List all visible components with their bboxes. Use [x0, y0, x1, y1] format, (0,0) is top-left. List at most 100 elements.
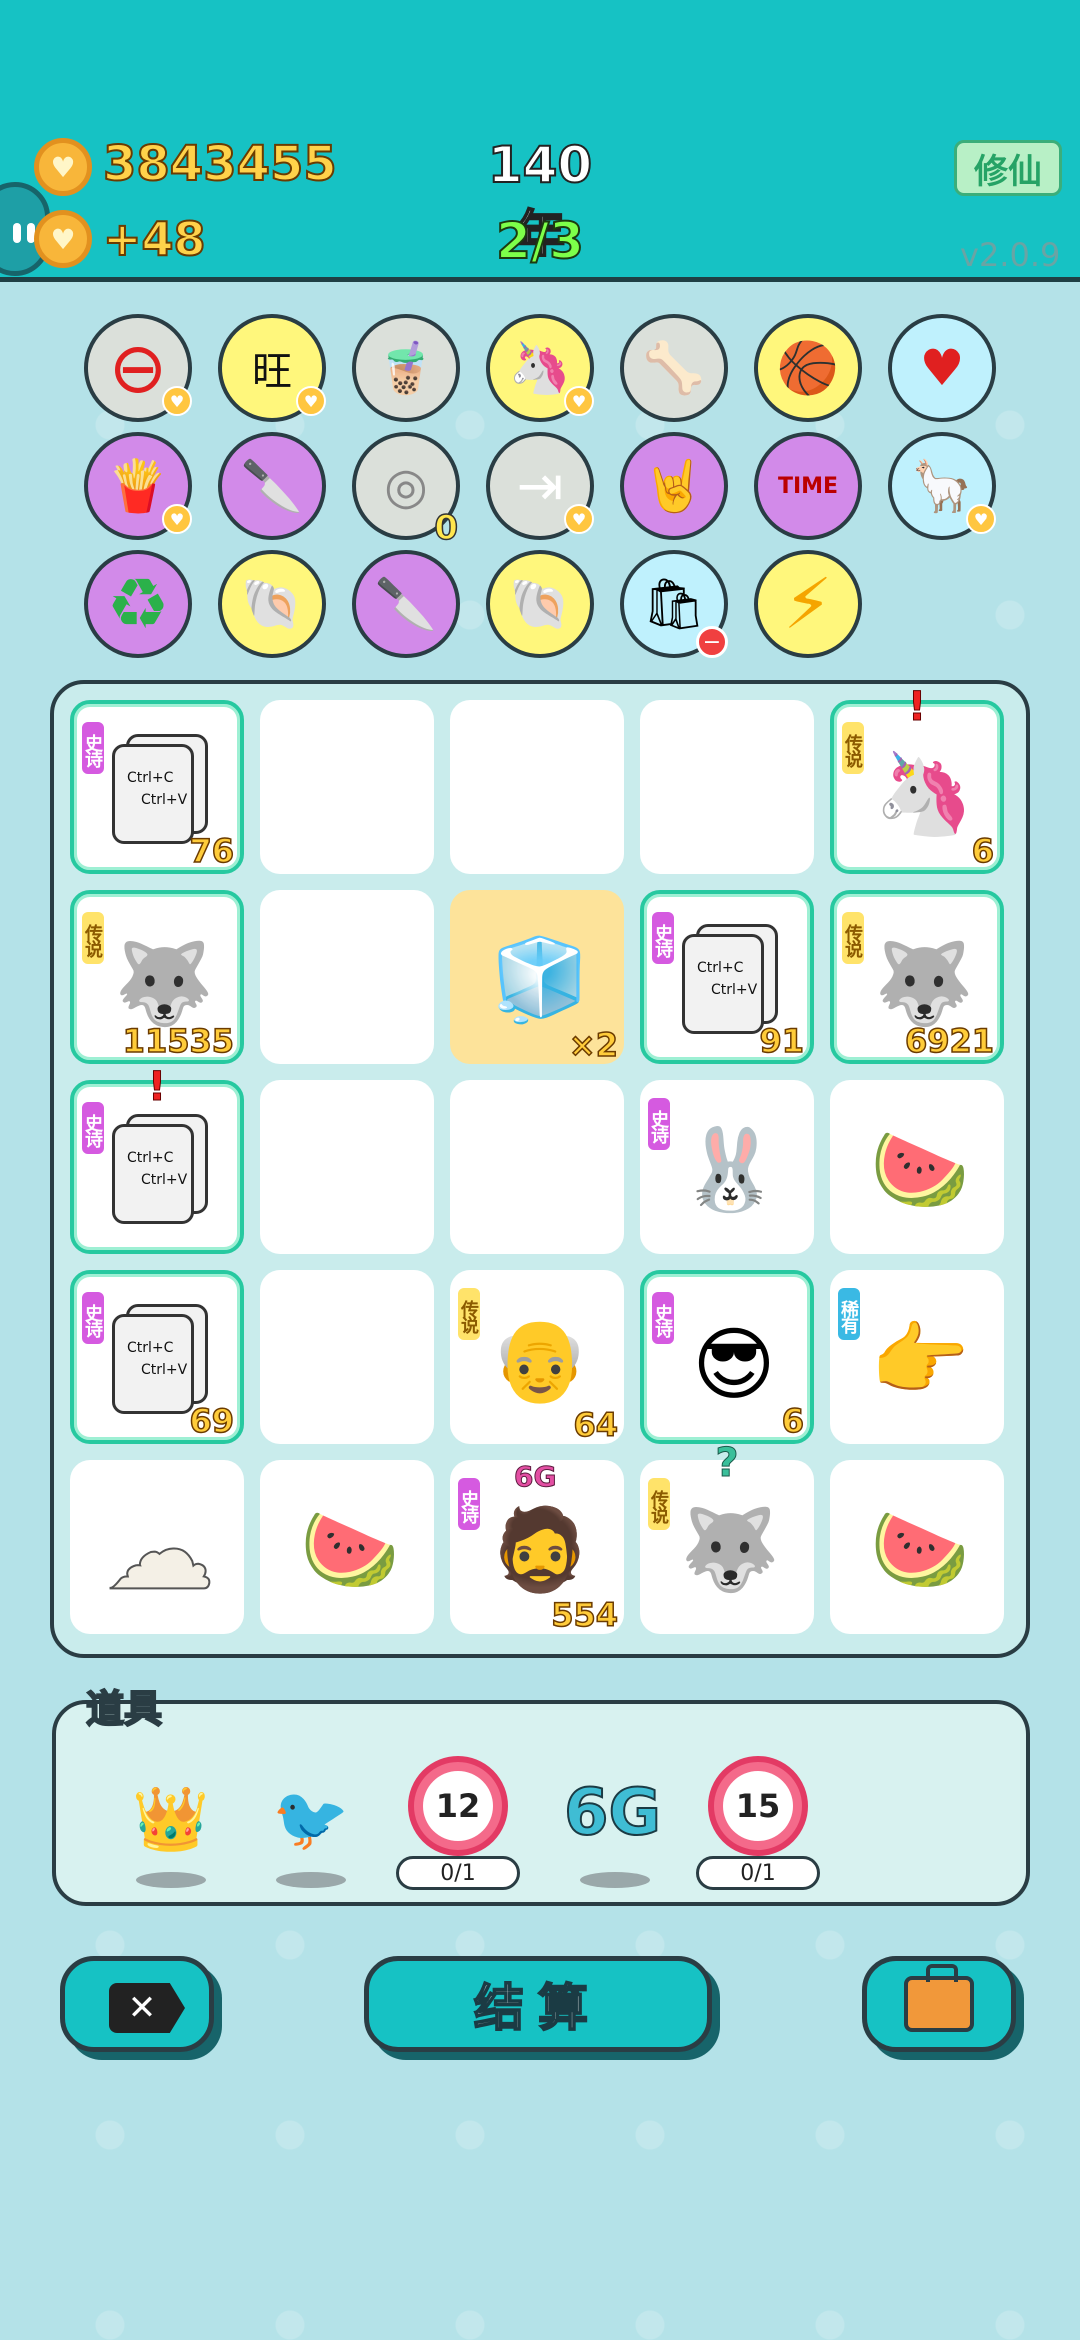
board-cell-copy-paste[interactable]: Ctrl+C Ctrl+V 史诗!: [70, 1064, 244, 1254]
rarity-badge: 史诗: [456, 1476, 482, 1532]
recycle-icon[interactable]: ♻: [84, 550, 192, 658]
trash-bag-icon[interactable]: 🛍 −: [620, 550, 728, 658]
cell-count: 11535: [122, 1021, 235, 1061]
wang-text-icon[interactable]: 旺 ♥: [218, 314, 326, 422]
board-cell-watermelon[interactable]: 🍉: [830, 1460, 1004, 1634]
board-cell-empty[interactable]: [450, 700, 624, 874]
lightning-icon[interactable]: ⚡: [754, 550, 862, 658]
husky-king-icon: 🐺: [680, 1503, 780, 1596]
tool-shadow: [580, 1872, 650, 1888]
six-g-icon[interactable]: 6G: [563, 1775, 662, 1851]
cell-count: 64: [573, 1405, 619, 1445]
rarity-badge: 传说: [80, 910, 106, 966]
board-cell-copy-paste[interactable]: Ctrl+C Ctrl+V 史诗 69: [70, 1270, 244, 1444]
rarity-badge: 史诗: [80, 1100, 106, 1156]
bearded-man-icon: 🧔: [490, 1503, 590, 1596]
board-cell-empty[interactable]: [260, 1270, 434, 1444]
board-cell-fridge[interactable]: 🧊 ×2: [450, 890, 624, 1065]
effect-count: 0: [434, 507, 459, 549]
pointing-hand-icon: 👉: [870, 1313, 970, 1406]
shell-icon[interactable]: 🐚: [218, 550, 326, 658]
board-cell-rabbit-house[interactable]: 🐰 史诗: [640, 1080, 814, 1254]
board-cell-copy-paste[interactable]: Ctrl+C Ctrl+V 史诗 76: [70, 700, 244, 874]
lightning-icon-glyph: ⚡: [783, 563, 833, 645]
cell-count: 6: [971, 831, 995, 871]
fries-icon[interactable]: 🍟 ♥: [84, 432, 192, 540]
rock-hand-icon-glyph: 🤘: [642, 456, 706, 515]
shell-icon-glyph: 🐚: [240, 574, 304, 633]
tool-shadow: [276, 1872, 346, 1888]
copy-paste-icon: Ctrl+C Ctrl+V: [112, 1114, 210, 1226]
rarity-badge: 传说: [646, 1476, 672, 1532]
six-g-label: 6G: [513, 1460, 557, 1494]
board-cell-empty[interactable]: [260, 700, 434, 874]
minus-badge-icon: −: [696, 626, 728, 658]
board-cell-husky-king[interactable]: 🐺 传说 6921: [830, 890, 1004, 1064]
board-cell-empty[interactable]: [450, 1080, 624, 1254]
question-icon: ?: [715, 1440, 739, 1487]
board-cell-empty[interactable]: [260, 1080, 434, 1254]
copy-paste-icon: Ctrl+C Ctrl+V: [112, 1304, 210, 1416]
crown-icon[interactable]: 👑: [116, 1764, 226, 1874]
basketballs-icon[interactable]: 🏀: [754, 314, 862, 422]
skip-icon[interactable]: ⇥ ♥: [486, 432, 594, 540]
alpacas-icon[interactable]: 🦙 ♥: [888, 432, 996, 540]
cleaver-icon[interactable]: 🔪: [352, 550, 460, 658]
skip-icon-glyph: ⇥: [516, 453, 564, 519]
basketballs-icon-glyph: 🏀: [776, 338, 840, 397]
board-cell-husky-king[interactable]: 🐺 传说?: [640, 1440, 814, 1634]
progress-display: 2/3: [495, 211, 585, 271]
bubble-tea-icon[interactable]: 🧋: [352, 314, 460, 422]
board-cell-watermelon[interactable]: 🍉: [830, 1080, 1004, 1254]
cotton-icon: ☁: [104, 1485, 216, 1615]
settle-button[interactable]: 结算: [364, 1956, 712, 2052]
cleaver-icon-glyph: 🔪: [240, 456, 304, 515]
rock-hand-icon[interactable]: 🤘: [620, 432, 728, 540]
board-cell-empty[interactable]: [640, 700, 814, 874]
alpacas-icon-glyph: 🦙: [910, 456, 974, 515]
bird-icon[interactable]: 🐦: [256, 1764, 366, 1874]
paste-label: Ctrl+V: [141, 792, 188, 808]
board-cell-bearded-man[interactable]: 🧔 史诗 554 6G: [450, 1460, 624, 1635]
board-cell-pointing-hand[interactable]: 👉 稀有: [830, 1270, 1004, 1444]
green-hat-man-icon: 😎: [692, 1317, 776, 1411]
watermelon-icon: 🍉: [870, 1123, 970, 1216]
bag-button[interactable]: [862, 1956, 1016, 2052]
board-cell-watermelon[interactable]: 🍉: [260, 1460, 434, 1634]
timer-value: 12: [423, 1771, 493, 1841]
board-cell-empty[interactable]: [260, 890, 434, 1064]
shell-icon[interactable]: 🐚: [486, 550, 594, 658]
board-cell-husky-king[interactable]: 🐺 传说 11535: [70, 890, 244, 1064]
old-man-glasses-icon: 👴: [490, 1313, 590, 1406]
exit-button[interactable]: ✕: [60, 1956, 214, 2052]
paste-label: Ctrl+V: [141, 1172, 188, 1188]
board-cell-old-man-glasses[interactable]: 👴 传说 64: [450, 1270, 624, 1445]
board-cell-copy-paste[interactable]: Ctrl+C Ctrl+V 史诗 91: [640, 890, 814, 1064]
timer-12-icon[interactable]: 12: [408, 1756, 508, 1856]
coin-count: 3843455: [102, 135, 338, 193]
cleaver-icon[interactable]: 🔪: [218, 432, 326, 540]
watermelon-icon: 🍉: [870, 1503, 970, 1596]
board-cell-green-hat-man[interactable]: 😎 史诗 6: [640, 1270, 814, 1444]
tool-usage-count: 0/1: [396, 1856, 520, 1890]
alert-icon: !: [907, 684, 927, 731]
egg-tray-icon[interactable]: ◎ 0: [352, 432, 460, 549]
heart-bag-icon[interactable]: ♥: [888, 314, 996, 422]
paste-label: Ctrl+V: [141, 1362, 188, 1378]
timer-15-icon[interactable]: 15: [708, 1756, 808, 1856]
board-cell-cotton[interactable]: ☁: [70, 1460, 244, 1634]
cell-count: 6921: [904, 1021, 995, 1061]
tool-shadow: [136, 1872, 206, 1888]
xiuxian-button[interactable]: 修仙: [954, 140, 1062, 196]
rarity-badge: 史诗: [80, 1290, 106, 1346]
time-magazine-icon-glyph: TIME: [777, 473, 839, 499]
unicorn-icon[interactable]: 🦄 ♥: [486, 314, 594, 422]
no-entry-icon[interactable]: ⊖ ♥: [84, 314, 192, 422]
cell-count: 554: [550, 1595, 618, 1635]
copy-label: Ctrl+C: [127, 770, 174, 786]
board-cell-unicorn[interactable]: 🦄 传说 6!: [830, 684, 1004, 874]
dog-food-icon[interactable]: 🦴: [620, 314, 728, 422]
heart-badge-icon: ♥: [564, 386, 594, 416]
time-magazine-icon[interactable]: TIME: [754, 432, 862, 540]
rarity-badge: 史诗: [650, 1290, 676, 1346]
